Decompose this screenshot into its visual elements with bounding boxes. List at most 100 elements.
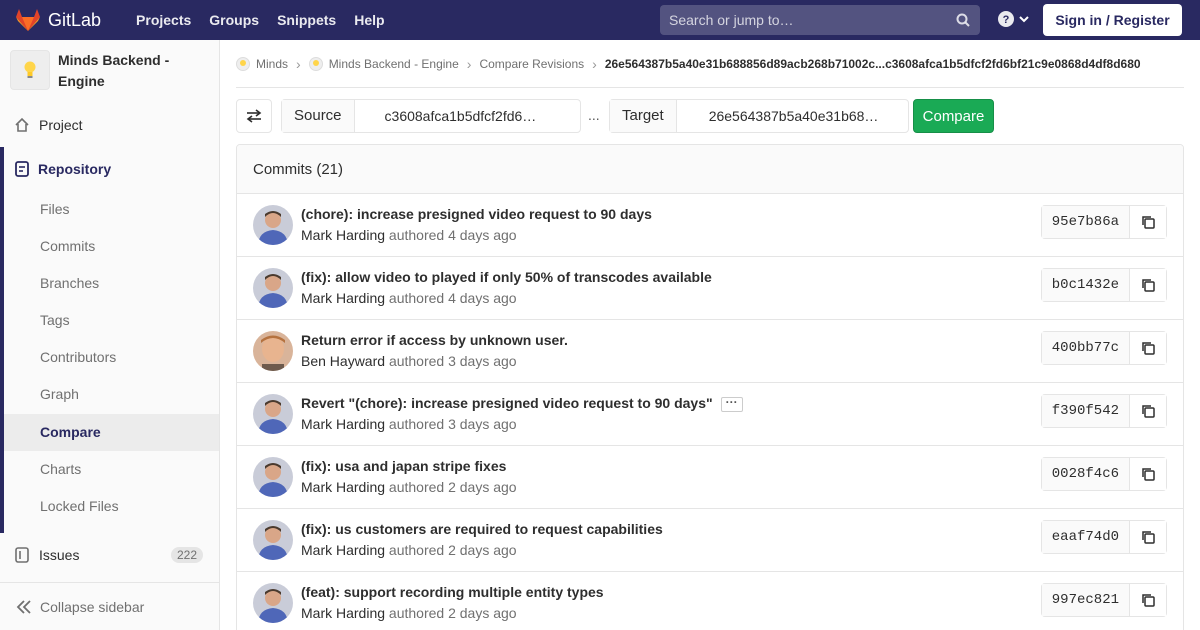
author-avatar[interactable] xyxy=(253,331,293,371)
sidebar-item-issues[interactable]: Issues 222 xyxy=(0,537,219,573)
copy-sha-button[interactable] xyxy=(1130,458,1166,490)
commit-author[interactable]: Mark Harding xyxy=(301,605,385,621)
avatar-image xyxy=(253,457,293,497)
sidebar-subitem-branches[interactable]: Branches xyxy=(4,265,219,302)
project-sidebar: Minds Backend - Engine Project Repositor… xyxy=(0,40,220,630)
expand-description-button[interactable]: ··· xyxy=(720,396,743,412)
commit-time: authored 4 days ago xyxy=(388,290,517,306)
author-avatar[interactable] xyxy=(253,268,293,308)
author-avatar[interactable] xyxy=(253,583,293,623)
chevron-right-icon: › xyxy=(296,55,301,72)
commit-meta: Mark Harding authored 3 days ago xyxy=(301,416,517,432)
sidebar-subitem-contributors[interactable]: Contributors xyxy=(4,339,219,376)
commit-sha[interactable]: b0c1432e xyxy=(1041,269,1130,301)
commit-title[interactable]: (fix): allow video to played if only 50%… xyxy=(301,269,712,285)
breadcrumb-item[interactable]: Minds Backend - Engine xyxy=(308,56,459,71)
commit-title[interactable]: (fix): usa and japan stripe fixes xyxy=(301,458,506,474)
sidebar-item-repository[interactable]: Repository xyxy=(0,147,219,191)
copy-sha-button[interactable] xyxy=(1130,269,1166,301)
copy-sha-button[interactable] xyxy=(1130,521,1166,553)
commit-title[interactable]: (fix): us customers are required to requ… xyxy=(301,521,663,537)
commit-time: authored 2 days ago xyxy=(388,542,517,558)
swap-arrows-icon xyxy=(246,109,262,123)
commit-title[interactable]: Revert "(chore): increase presigned vide… xyxy=(301,395,743,412)
commit-title-text[interactable]: Revert "(chore): increase presigned vide… xyxy=(301,395,713,411)
commit-author[interactable]: Mark Harding xyxy=(301,416,385,432)
commit-author[interactable]: Mark Harding xyxy=(301,542,385,558)
breadcrumb: Minds › Minds Backend - Engine › Compare… xyxy=(236,40,1184,88)
swap-revisions-button[interactable] xyxy=(236,99,272,133)
project-title: Minds Backend - Engine xyxy=(58,52,170,89)
commit-sha[interactable]: eaaf74d0 xyxy=(1041,521,1130,553)
breadcrumb-current[interactable]: 26e564387b5a40e31b688856d89acb268b71002c… xyxy=(605,57,1141,71)
commit-title[interactable]: (feat): support recording multiple entit… xyxy=(301,584,604,600)
question-icon: ? xyxy=(998,11,1014,27)
sidebar-project-header[interactable]: Minds Backend - Engine xyxy=(10,50,210,100)
copy-sha-button[interactable] xyxy=(1130,584,1166,616)
commit-row: (fix): allow video to played if only 50%… xyxy=(237,257,1183,320)
copy-sha-button[interactable] xyxy=(1130,395,1166,427)
commit-author[interactable]: Mark Harding xyxy=(301,479,385,495)
help-dropdown[interactable]: ? xyxy=(998,11,1030,27)
author-avatar[interactable] xyxy=(253,394,293,434)
commit-title-text[interactable]: (fix): usa and japan stripe fixes xyxy=(301,458,506,474)
avatar-image xyxy=(253,268,293,308)
target-ref-dropdown[interactable]: 26e564387b5a40e31b68… xyxy=(677,100,908,132)
gitlab-logo-link[interactable]: GitLab xyxy=(16,0,101,40)
sidebar-subitem-commits[interactable]: Commits xyxy=(4,228,219,265)
commit-title-text[interactable]: (chore): increase presigned video reques… xyxy=(301,206,652,222)
breadcrumb-item[interactable]: Minds xyxy=(236,56,288,71)
sidebar-subitem-tags[interactable]: Tags xyxy=(4,302,219,339)
commit-row: (feat): support recording multiple entit… xyxy=(237,572,1183,630)
nav-help[interactable]: Help xyxy=(345,0,393,40)
nav-groups[interactable]: Groups xyxy=(200,0,268,40)
nav-snippets[interactable]: Snippets xyxy=(268,0,345,40)
author-avatar[interactable] xyxy=(253,520,293,560)
commit-sha-group: 0028f4c6 xyxy=(1040,457,1167,491)
chevron-right-icon: › xyxy=(592,55,597,72)
sidebar-subitem-locked-files[interactable]: Locked Files xyxy=(4,488,219,525)
commit-title[interactable]: Return error if access by unknown user. xyxy=(301,332,568,348)
commit-title-text[interactable]: Return error if access by unknown user. xyxy=(301,332,568,348)
gitlab-tanuki-icon xyxy=(16,9,40,31)
author-avatar[interactable] xyxy=(253,205,293,245)
source-ref-dropdown[interactable]: c3608afca1b5dfcf2fd6… xyxy=(355,100,580,132)
compare-button[interactable]: Compare xyxy=(913,99,994,133)
sidebar-subitem-compare[interactable]: Compare xyxy=(4,414,219,451)
copy-sha-button[interactable] xyxy=(1130,332,1166,364)
commit-meta: Ben Hayward authored 3 days ago xyxy=(301,353,517,369)
commit-author[interactable]: Ben Hayward xyxy=(301,353,385,369)
commit-title-text[interactable]: (fix): us customers are required to requ… xyxy=(301,521,663,537)
commit-row: (fix): us customers are required to requ… xyxy=(237,509,1183,572)
copy-sha-button[interactable] xyxy=(1130,206,1166,238)
collapse-sidebar-button[interactable]: Collapse sidebar xyxy=(0,582,219,630)
copy-icon xyxy=(1142,468,1155,481)
commit-sha[interactable]: 400bb77c xyxy=(1041,332,1130,364)
issues-icon xyxy=(14,547,30,563)
copy-icon xyxy=(1142,405,1155,418)
sign-in-button[interactable]: Sign in / Register xyxy=(1043,4,1182,36)
commit-author[interactable]: Mark Harding xyxy=(301,227,385,243)
sidebar-subitem-graph[interactable]: Graph xyxy=(4,376,219,413)
commit-sha[interactable]: 0028f4c6 xyxy=(1041,458,1130,490)
sidebar-subitem-charts[interactable]: Charts xyxy=(4,451,219,488)
sidebar-item-project[interactable]: Project xyxy=(0,107,219,143)
commit-sha[interactable]: f390f542 xyxy=(1041,395,1130,427)
breadcrumb-item[interactable]: Compare Revisions xyxy=(479,57,584,71)
commit-title-text[interactable]: (feat): support recording multiple entit… xyxy=(301,584,604,600)
commit-title-text[interactable]: (fix): allow video to played if only 50%… xyxy=(301,269,712,285)
commit-meta: Mark Harding authored 2 days ago xyxy=(301,542,517,558)
collapse-label: Collapse sidebar xyxy=(40,598,145,615)
sidebar-subitem-files[interactable]: Files xyxy=(4,191,219,228)
search-icon xyxy=(956,13,970,27)
svg-text:?: ? xyxy=(1003,14,1010,26)
nav-projects[interactable]: Projects xyxy=(127,0,200,40)
search-input[interactable] xyxy=(660,12,940,28)
double-chevron-left-icon xyxy=(16,599,31,614)
commit-sha[interactable]: 95e7b86a xyxy=(1041,206,1130,238)
commit-title[interactable]: (chore): increase presigned video reques… xyxy=(301,206,652,222)
commit-time: authored 2 days ago xyxy=(388,605,517,621)
author-avatar[interactable] xyxy=(253,457,293,497)
commit-sha[interactable]: 997ec821 xyxy=(1041,584,1130,616)
commit-author[interactable]: Mark Harding xyxy=(301,290,385,306)
